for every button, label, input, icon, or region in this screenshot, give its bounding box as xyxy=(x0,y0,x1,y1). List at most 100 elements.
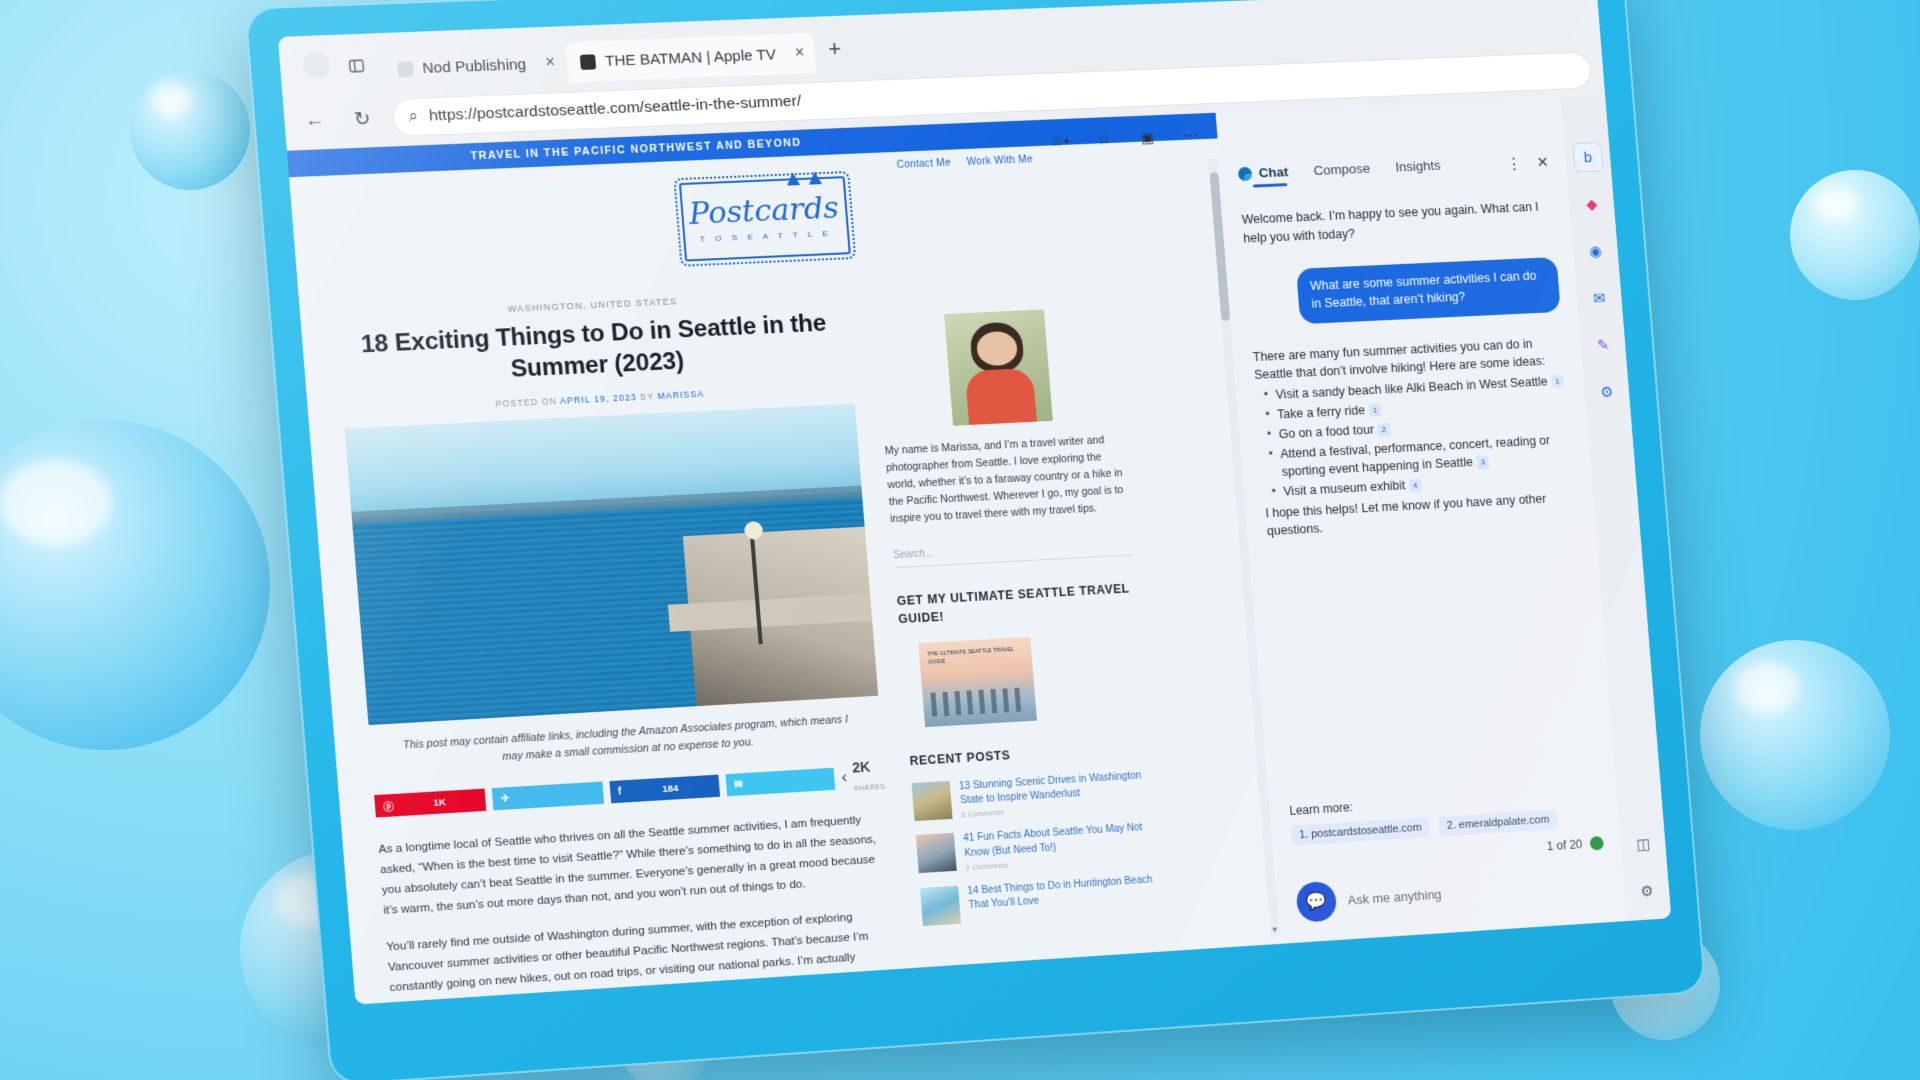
answer-item-text: Take a ferry ride xyxy=(1276,403,1366,422)
tab-compose[interactable]: Compose xyxy=(1313,161,1371,181)
post-meta-prefix: POSTED ON xyxy=(495,396,558,410)
post-thumbnail xyxy=(915,833,957,874)
tab-close-icon[interactable]: × xyxy=(784,44,805,63)
tab-actions-dot[interactable] xyxy=(301,51,331,79)
guide-card[interactable]: THE ULTIMATE SEATTLE TRAVEL GUIDE xyxy=(918,636,1037,728)
reload-icon[interactable]: ↻ xyxy=(346,103,379,135)
guide-card-text: THE ULTIMATE SEATTLE TRAVEL GUIDE xyxy=(927,646,1015,666)
scroll-down-icon[interactable]: ▼ xyxy=(1270,925,1280,934)
new-tab-button[interactable]: + xyxy=(815,35,853,72)
browser-essentials-icon[interactable]: ◉ xyxy=(1580,236,1611,267)
more-icon[interactable]: ⋯ xyxy=(1169,118,1213,153)
tab-title: THE BATMAN | Apple TV xyxy=(604,45,777,70)
chat-scroll-area[interactable]: Welcome back. I’m happy to see you again… xyxy=(1222,181,1615,792)
chat-greeting: Welcome back. I’m happy to see you again… xyxy=(1241,199,1540,245)
citation-badge[interactable]: 3 xyxy=(1476,455,1490,470)
screen: Nod Publishing × THE BATMAN | Apple TV ×… xyxy=(277,0,1672,1005)
hero-image xyxy=(344,403,879,726)
site-nav: Contact Me Work With Me xyxy=(896,154,1033,171)
search-icon: ⌕ xyxy=(408,107,419,126)
twitter-icon: ✈ xyxy=(500,792,511,805)
status-badge xyxy=(1589,835,1605,851)
shopping-tag-icon[interactable]: ◆ xyxy=(1576,189,1607,220)
share-count: 184 xyxy=(661,782,679,795)
tab-close-icon[interactable]: × xyxy=(534,54,556,73)
post-author[interactable]: MARISSA xyxy=(657,389,704,401)
bing-chat-panel: Chat Compose Insights ⋮ ✕ Welcome back. … xyxy=(1215,98,1628,944)
bubble-decor xyxy=(1790,170,1920,300)
answer-item-text: Visit a museum exhibit xyxy=(1282,478,1406,499)
chat-bubble-icon[interactable]: 💬 xyxy=(1295,880,1338,923)
bubble-decor xyxy=(1700,640,1890,830)
share-facebook-button[interactable]: f 184 xyxy=(609,774,720,804)
tab-nod-publishing[interactable]: Nod Publishing × xyxy=(383,42,567,89)
collections-icon[interactable]: ☆+ xyxy=(1038,123,1082,159)
pinterest-icon: ⓟ xyxy=(383,801,395,814)
nav-contact-me[interactable]: Contact Me xyxy=(896,158,951,171)
window-controls: ☆+ ☆ ▣ ⋯ xyxy=(1038,113,1219,164)
bing-icon xyxy=(1237,166,1253,181)
source-chip-1[interactable]: 1. postcardstoseattle.com xyxy=(1290,817,1431,846)
share-count: 1K xyxy=(433,796,447,809)
split-screen-icon[interactable]: ◫ xyxy=(1628,829,1659,860)
nav-work-with-me[interactable]: Work With Me xyxy=(966,154,1033,168)
list-item[interactable]: 41 Fun Facts About Seattle You May Not K… xyxy=(915,821,1158,875)
share-total[interactable]: ‹ 2K SHARES xyxy=(840,758,886,797)
outlook-icon[interactable]: ✉ xyxy=(1584,283,1615,314)
avatar xyxy=(944,309,1053,426)
post-thumbnail xyxy=(919,885,962,926)
post-title[interactable]: 14 Best Things to Do in Huntington Beach… xyxy=(967,873,1161,913)
logo-sub: T O S E A T T L E xyxy=(699,228,833,244)
share-icon: ‹ xyxy=(840,769,848,787)
tab-search-icon[interactable] xyxy=(344,54,369,77)
logo-brand: Postcards xyxy=(687,190,840,233)
list-item[interactable]: 14 Best Things to Do in Huntington Beach… xyxy=(919,873,1162,926)
share-pinterest-button[interactable]: ⓟ 1K xyxy=(374,788,487,818)
source-chip-2[interactable]: 2. emeraldpalate.com xyxy=(1438,809,1558,837)
author-bio: My name is Marissa, and I’m a travel wri… xyxy=(884,434,1124,526)
sidebar-search-input[interactable]: Search... xyxy=(892,531,1134,569)
favorites-icon[interactable]: ▣ xyxy=(1125,120,1169,155)
page-title: 18 Exciting Things to Do in Seattle in t… xyxy=(359,309,827,383)
article-paragraph-1: As a longtime local of Seattle who thriv… xyxy=(378,814,877,918)
citation-badge[interactable]: 1 xyxy=(1550,374,1564,389)
chat-header-actions: ⋮ ✕ xyxy=(1506,153,1549,172)
tools-icon[interactable]: ⚙ xyxy=(1591,377,1622,408)
tab-label: Compose xyxy=(1313,160,1371,178)
tab-insights[interactable]: Insights xyxy=(1395,158,1442,178)
share-total-count: 2K xyxy=(851,758,871,776)
tab-chat[interactable]: Chat xyxy=(1237,164,1289,184)
guide-card-skyline xyxy=(930,687,1029,717)
site-logo[interactable]: ▲▲ Postcards T O S E A T T L E xyxy=(673,164,856,268)
post-date[interactable]: APRIL 19, 2023 xyxy=(560,392,637,406)
settings-gear-icon[interactable]: ⚙ xyxy=(1631,876,1662,907)
post-meta-by: BY xyxy=(639,391,655,403)
tab-label: Insights xyxy=(1394,157,1442,175)
close-icon[interactable]: ✕ xyxy=(1536,153,1549,171)
bing-chat-icon[interactable]: b xyxy=(1572,142,1604,173)
chat-input[interactable]: Ask me anything xyxy=(1346,863,1608,919)
page-body: WASHINGTON, UNITED STATES 18 Exciting Th… xyxy=(300,265,1283,1005)
article: WASHINGTON, UNITED STATES 18 Exciting Th… xyxy=(335,282,903,1005)
share-email-button[interactable]: ✉ xyxy=(725,767,836,797)
email-icon: ✉ xyxy=(733,778,744,791)
citation-badge[interactable]: 2 xyxy=(1377,422,1391,437)
chat-user-message: What are some summer activities I can do… xyxy=(1296,257,1561,324)
favorite-star-icon[interactable]: ☆ xyxy=(1082,121,1126,156)
drawing-icon[interactable]: ✎ xyxy=(1587,330,1618,361)
bubble-decor xyxy=(130,70,250,190)
web-page: ☆+ ☆ ▣ ⋯ TRAVEL IN THE PACIFIC NORTHWEST… xyxy=(286,112,1283,1005)
list-item[interactable]: 13 Stunning Scenic Drives in Washington … xyxy=(911,769,1154,823)
citation-badge[interactable]: 4 xyxy=(1408,478,1423,493)
share-twitter-button[interactable]: ✈ xyxy=(491,781,604,811)
more-options-icon[interactable]: ⋮ xyxy=(1506,154,1522,172)
back-icon[interactable]: ← xyxy=(298,105,332,137)
citation-badge[interactable]: 1 xyxy=(1368,403,1382,418)
guide-heading: GET MY ULTIMATE SEATTLE TRAVEL GUIDE! xyxy=(896,581,1130,627)
mountain-icon: ▲▲ xyxy=(780,163,827,191)
viewport: ☆+ ☆ ▣ ⋯ TRAVEL IN THE PACIFIC NORTHWEST… xyxy=(286,96,1672,1005)
chat-input-placeholder: Ask me anything xyxy=(1347,886,1443,908)
recent-posts-heading: RECENT POSTS xyxy=(909,748,1011,769)
answer-list: Visit a sandy beach like Alki Beach in W… xyxy=(1261,371,1575,501)
share-total-label: SHARES xyxy=(853,783,886,793)
